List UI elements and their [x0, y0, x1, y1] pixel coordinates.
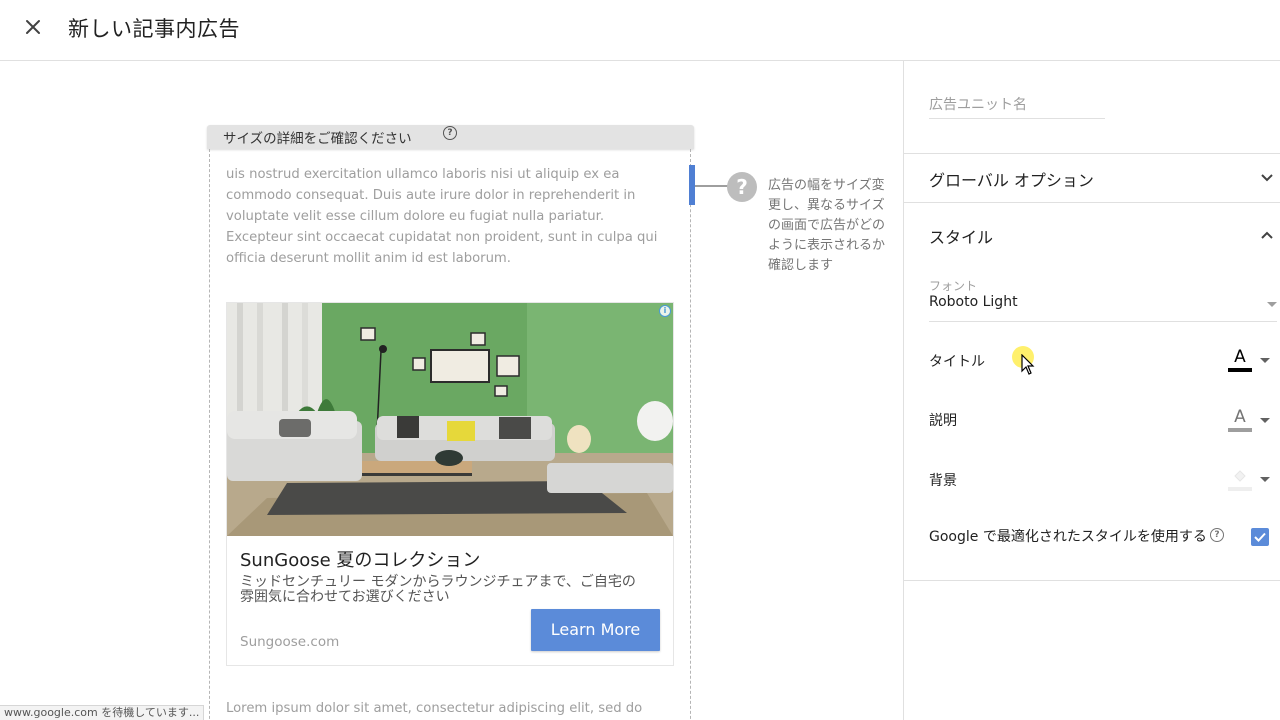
browser-status-bar: www.google.com を待機しています...: [0, 705, 205, 720]
help-icon[interactable]: ?: [1210, 528, 1224, 542]
divider: [904, 153, 1280, 154]
ad-preview-area: サイズの詳細をご確認ください ? ? 広告の幅をサイズ変更し、異なるサイズの画面…: [0, 61, 903, 720]
resize-help-text: 広告の幅をサイズ変更し、異なるサイズの画面で広告がどのように表示されるか確認しま…: [768, 178, 886, 273]
global-options-header[interactable]: グローバル オプション: [929, 167, 1094, 191]
frame-size-label: サイズの詳細をご確認ください: [223, 131, 412, 147]
background-color-swatch: [1228, 487, 1252, 491]
font-label: フォント: [929, 279, 978, 293]
description-color-label: 説明: [929, 413, 957, 429]
question-icon: ?: [727, 172, 757, 202]
text-color-icon: A: [1234, 407, 1246, 427]
description-color-swatch: [1228, 428, 1252, 432]
sample-paragraph-top: uis nostrud exercitation ullamco laboris…: [226, 167, 658, 266]
callout-line: [695, 185, 729, 187]
dropdown-arrow-icon: [1260, 418, 1270, 423]
background-color-label: 背景: [929, 473, 957, 489]
description-color-picker[interactable]: A: [1226, 407, 1272, 435]
text-color-icon: A: [1234, 347, 1246, 367]
divider: [904, 202, 1280, 203]
learn-more-button[interactable]: Learn More: [531, 609, 660, 651]
ad-description: ミッドセンチュリー モダンからラウンジチェアまで、ご自宅の雰囲気に合わせてお選び…: [240, 574, 636, 605]
background-color-picker[interactable]: [1226, 466, 1272, 494]
title-color-label: タイトル: [929, 354, 985, 370]
dropdown-arrow-icon: [1260, 477, 1270, 482]
title-color-picker[interactable]: A: [1226, 347, 1272, 375]
style-section-header[interactable]: スタイル: [929, 224, 993, 248]
settings-panel: グローバル オプション スタイル フォント Roboto Light タイトル …: [903, 61, 1280, 720]
ad-image[interactable]: i: [227, 303, 673, 536]
ad-headline[interactable]: SunGoose 夏のコレクション: [240, 546, 480, 572]
dropdown-arrow-icon: [1260, 358, 1270, 363]
sample-paragraph-bottom: Lorem ipsum dolor sit amet, consectetur …: [226, 701, 643, 716]
font-select[interactable]: Roboto Light: [929, 294, 1277, 322]
ad-unit-name-input[interactable]: [929, 91, 1105, 119]
mouse-cursor-icon: [1021, 354, 1035, 375]
checkmark-icon: [1254, 532, 1266, 542]
title-color-swatch: [1228, 368, 1252, 372]
close-icon[interactable]: [20, 14, 46, 40]
dropdown-arrow-icon: [1267, 302, 1277, 307]
divider: [904, 580, 1280, 581]
google-optimized-style-label: Google で最適化されたスタイルを使用する: [929, 529, 1207, 545]
ad-domain: Sungoose.com: [240, 634, 340, 650]
google-optimized-style-checkbox[interactable]: [1251, 528, 1269, 546]
page-title: 新しい記事内広告: [68, 17, 240, 41]
chevron-down-icon[interactable]: [1260, 171, 1274, 185]
adchoices-icon[interactable]: i: [659, 305, 671, 317]
top-bar: 新しい記事内広告: [0, 0, 1280, 61]
help-icon[interactable]: ?: [443, 126, 457, 140]
native-ad-card[interactable]: i SunGoose 夏のコレクション ミッドセンチュリー モダンからラウンジチ…: [226, 302, 674, 666]
fill-bucket-icon: [1234, 470, 1246, 482]
font-select-value: Roboto Light: [929, 294, 1018, 310]
frame-size-tab: サイズの詳細をご確認ください ?: [207, 125, 694, 149]
chevron-up-icon[interactable]: [1260, 228, 1274, 242]
